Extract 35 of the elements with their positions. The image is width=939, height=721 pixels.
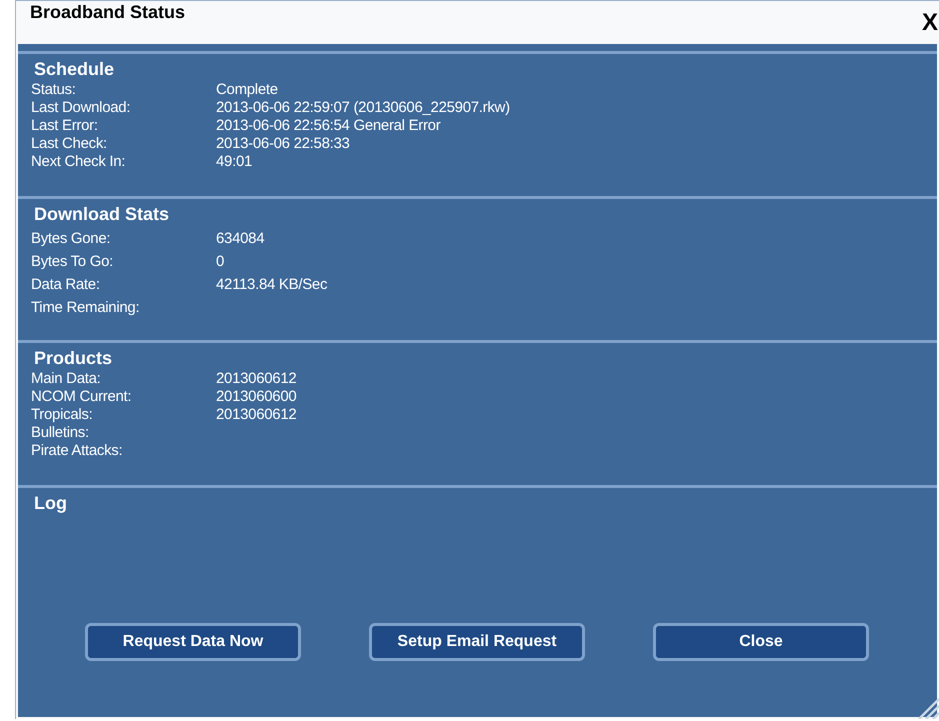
- field-value: 2013-06-06 22:59:07 (20130606_225907.rkw): [216, 100, 510, 118]
- field-value: 42113.84 KB/Sec: [216, 275, 328, 295]
- field-label: Status:: [31, 82, 77, 100]
- field-label: Bytes Gone:: [31, 229, 112, 249]
- field-label: Main Data:: [31, 371, 102, 389]
- section-title: Log: [34, 492, 68, 515]
- resize-grip-icon: [917, 697, 939, 719]
- field-value: 634084: [216, 229, 264, 249]
- field-label: Next Check In:: [31, 154, 126, 172]
- field-value: 2013-06-06 22:56:54 General Error: [216, 118, 440, 136]
- field-label: Tropicals:: [31, 407, 94, 425]
- field-label: Last Error:: [31, 118, 99, 136]
- field-label: Last Check:: [31, 136, 108, 154]
- action-button[interactable]: Request Data Now: [85, 623, 301, 661]
- window-close-x[interactable]: X: [922, 11, 938, 35]
- field-label: Bytes To Go:: [31, 252, 114, 272]
- field-label: Bulletins:: [31, 425, 90, 443]
- action-button[interactable]: Close: [653, 623, 869, 661]
- section-title: Products: [34, 347, 114, 370]
- field-label: Time Remaining:: [31, 298, 140, 318]
- field-value: 2013060612: [216, 371, 296, 389]
- field-label: Last Download:: [31, 100, 132, 118]
- field-label: Pirate Attacks:: [31, 443, 124, 461]
- field-value: 2013060600: [216, 389, 296, 407]
- action-button[interactable]: Setup Email Request: [369, 623, 585, 661]
- field-value: 0: [216, 252, 224, 272]
- field-value: 2013-06-06 22:58:33: [216, 136, 350, 154]
- window-title: Broadband Status: [30, 2, 186, 22]
- section-title: Download Stats: [34, 203, 170, 226]
- field-label: Data Rate:: [31, 275, 101, 295]
- field-label: NCOM Current:: [31, 389, 132, 407]
- field-value: Complete: [216, 82, 278, 100]
- field-value: 49:01: [216, 154, 252, 172]
- field-value: 2013060612: [216, 407, 296, 425]
- section-title: Schedule: [34, 58, 116, 81]
